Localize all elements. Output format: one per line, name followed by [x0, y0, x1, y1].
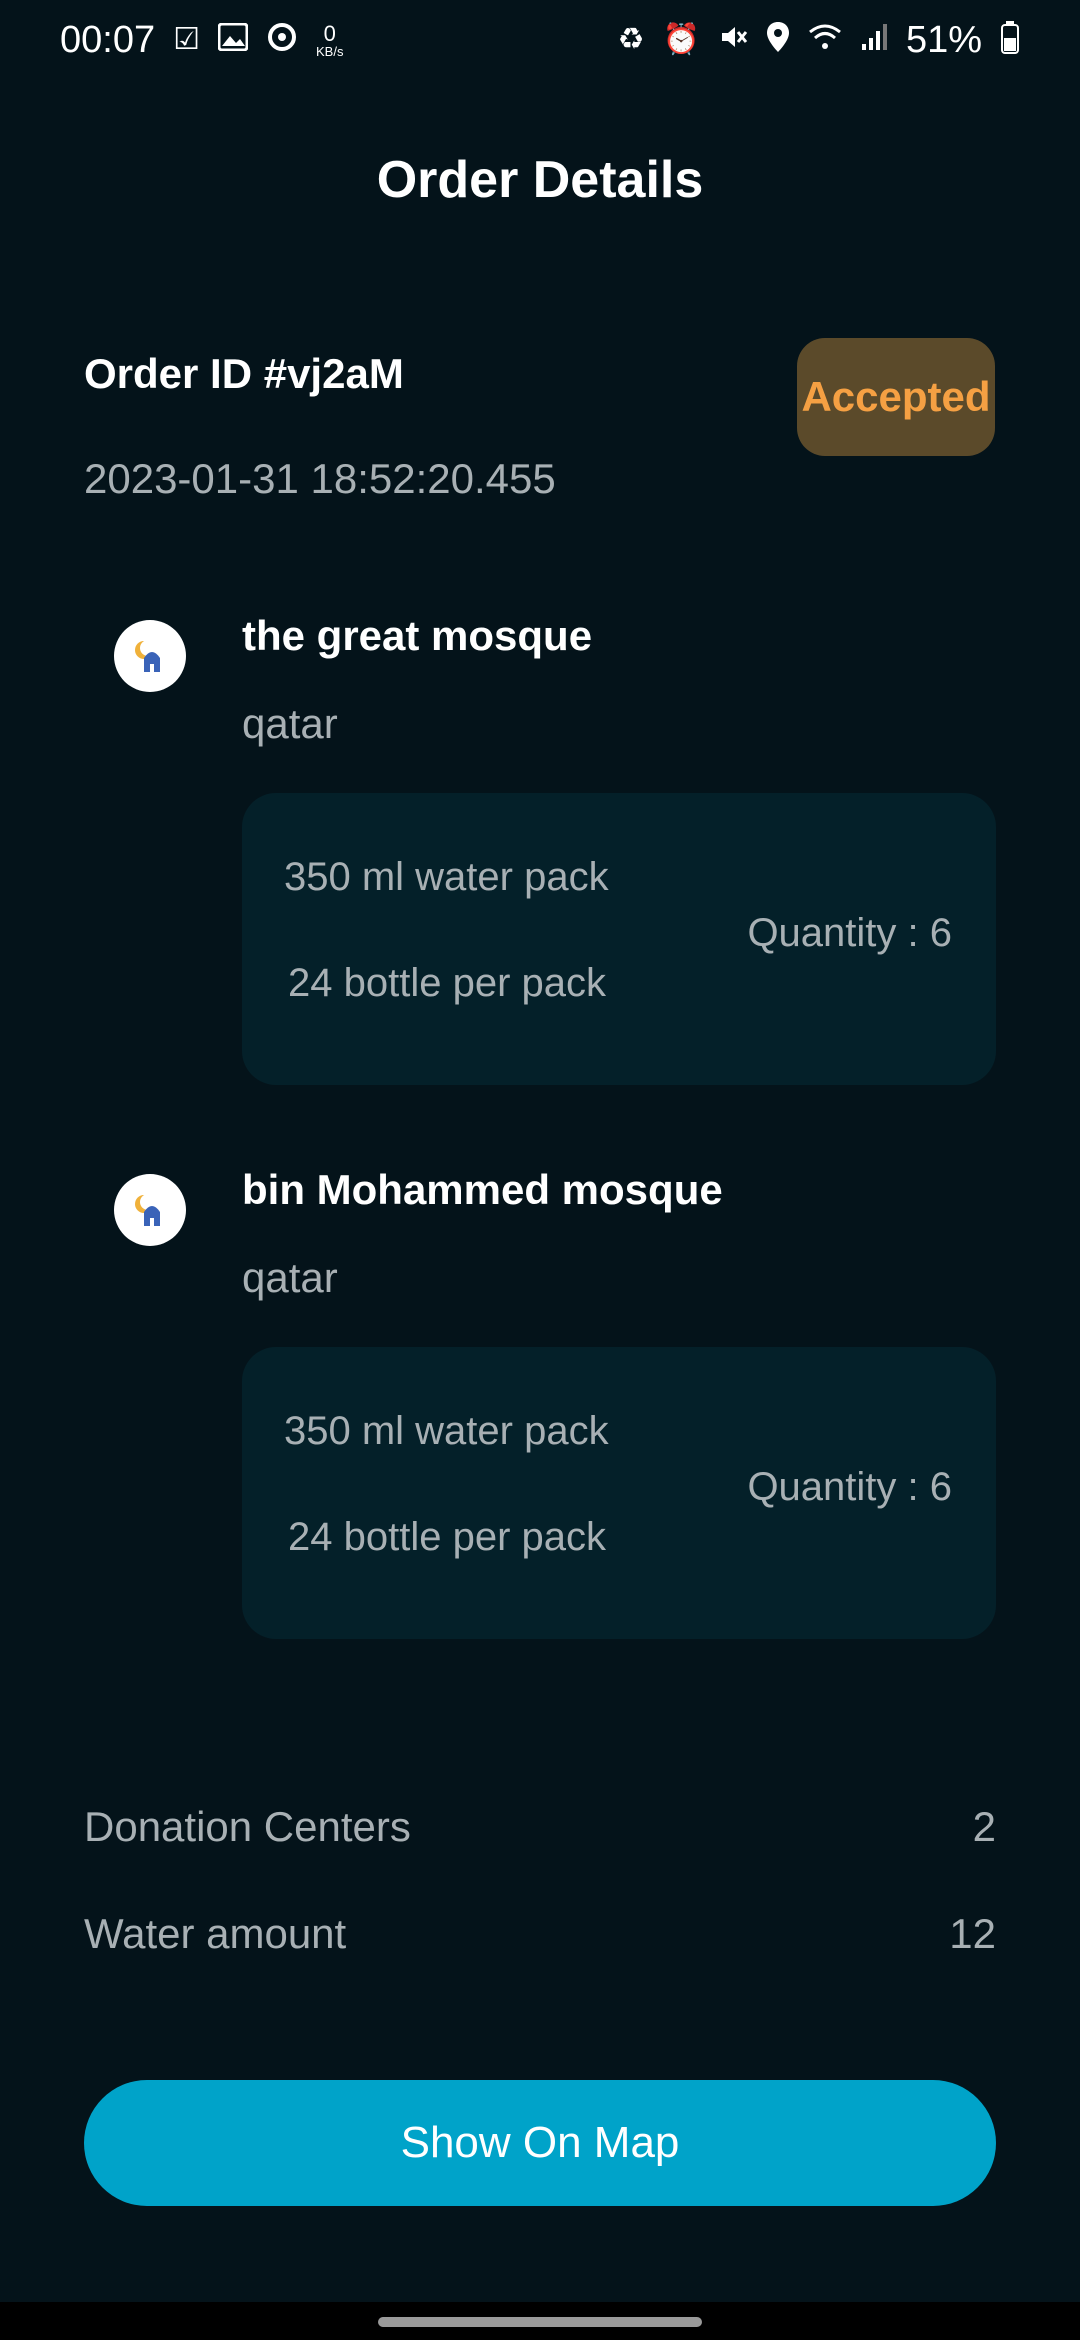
- battery-percentage: 51%: [905, 18, 982, 61]
- page-title: Order Details: [376, 151, 704, 209]
- item-name: 350 ml water pack: [284, 1409, 609, 1453]
- network-speed-value: 0: [323, 20, 336, 46]
- recycle-icon: ♻: [617, 23, 645, 56]
- center-country: qatar: [242, 1254, 338, 1301]
- donation-centers-label: Donation Centers: [84, 1803, 411, 1850]
- check-notification-icon: ☑: [173, 23, 200, 56]
- item-pack-size: 24 bottle per pack: [288, 961, 606, 1005]
- mosque-avatar-icon: [114, 620, 186, 692]
- mosque-avatar-icon: [114, 1174, 186, 1246]
- status-badge: Accepted: [797, 338, 995, 456]
- center-name: the great mosque: [242, 612, 593, 659]
- center-country: qatar: [242, 700, 338, 747]
- item-quantity: Quantity : 6: [747, 1465, 952, 1509]
- summary-donation-centers: Donation Centers 2: [84, 1803, 996, 1851]
- water-amount-label: Water amount: [84, 1910, 347, 1957]
- donation-centers-value: 2: [972, 1803, 996, 1850]
- alarm-icon: ⏰: [662, 23, 700, 56]
- show-on-map-button[interactable]: Show On Map: [84, 2080, 996, 2206]
- mute-icon: [718, 22, 748, 58]
- order-item-card: 350 ml water pack 24 bottle per pack Qua…: [242, 1347, 996, 1639]
- home-indicator[interactable]: [378, 2317, 702, 2327]
- item-name: 350 ml water pack: [284, 855, 609, 899]
- water-amount-value: 12: [949, 1910, 996, 1957]
- item-pack-size: 24 bottle per pack: [288, 1515, 606, 1559]
- wifi-icon: [808, 22, 842, 58]
- status-bar-left: 00:07 ☑ 0 KB/s: [60, 19, 343, 62]
- status-bar: 00:07 ☑ 0 KB/s ♻ ⏰ 51%: [0, 0, 1080, 80]
- signal-icon: [860, 22, 888, 58]
- network-speed-unit: KB/s: [316, 43, 344, 59]
- item-quantity: Quantity : 6: [747, 911, 952, 955]
- status-badge-label: Accepted: [801, 373, 991, 420]
- image-notification-icon: [217, 22, 249, 57]
- sync-icon: [266, 21, 298, 59]
- battery-icon: [1000, 20, 1020, 60]
- center-name: bin Mohammed mosque: [242, 1166, 723, 1213]
- order-item-card: 350 ml water pack 24 bottle per pack Qua…: [242, 793, 996, 1085]
- order-date: 2023-01-31 18:52:20.455: [84, 455, 556, 502]
- status-bar-right: ♻ ⏰ 51%: [618, 19, 1020, 62]
- summary-water-amount: Water amount 12: [84, 1910, 996, 1958]
- status-time: 00:07: [60, 18, 156, 61]
- order-id: Order ID #vj2aM: [84, 350, 404, 397]
- location-icon: [766, 21, 790, 59]
- network-speed: 0 KB/s: [316, 20, 344, 59]
